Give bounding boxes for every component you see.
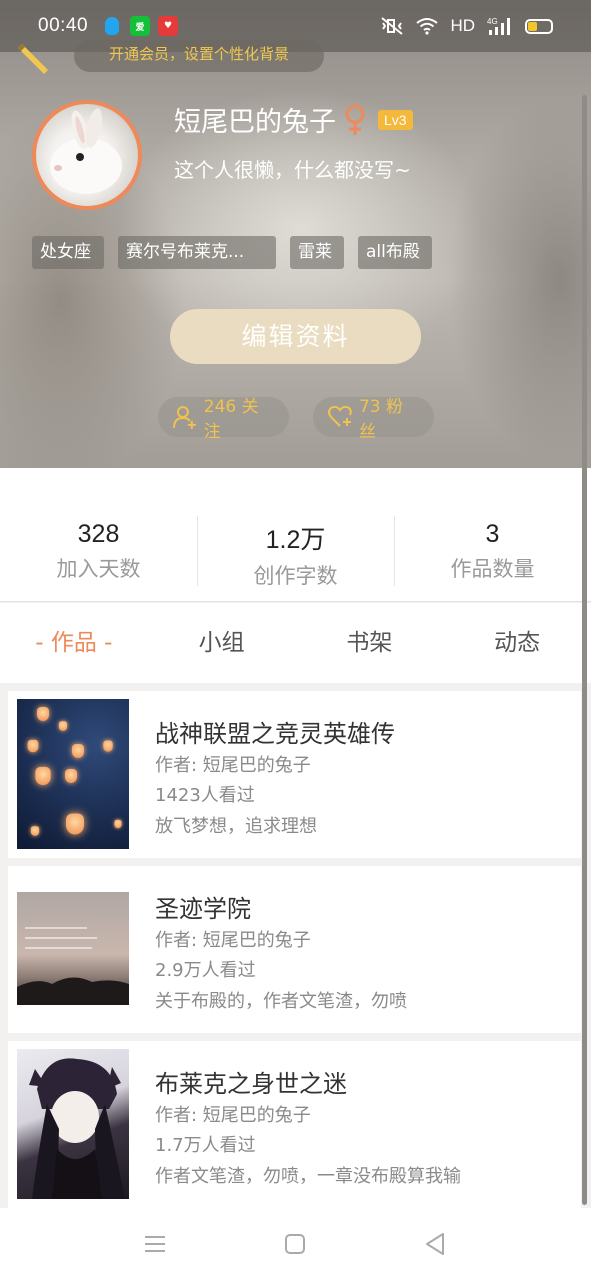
work-title: 圣迹学院 bbox=[155, 895, 251, 923]
work-card[interactable]: 圣迹学院 作者: 短尾巴的兔子 2.9万人看过 关于布殿的，作者文笔渣，勿喷 bbox=[8, 866, 581, 1033]
system-nav-bar bbox=[0, 1208, 591, 1280]
tag[interactable]: 雷莱 bbox=[290, 236, 344, 269]
signature: 这个人很懒，什么都没写~ bbox=[174, 158, 411, 182]
tag-list: 处女座 赛尔号布莱克... 雷莱 all布殿 bbox=[32, 236, 432, 269]
work-title: 战神联盟之竞灵英雄传 bbox=[155, 720, 395, 748]
scrollbar[interactable] bbox=[582, 95, 587, 1205]
nickname-row: 短尾巴的兔子 Lv3 bbox=[174, 100, 413, 139]
heart-app-icon: ♥ bbox=[158, 16, 179, 36]
stats-bar: 328 加入天数 1.2万 创作字数 3 作品数量 bbox=[0, 468, 591, 602]
followers-count: 73 粉丝 bbox=[358, 397, 404, 442]
hd-indicator: HD bbox=[450, 16, 475, 35]
tag[interactable]: all布殿 bbox=[358, 236, 432, 269]
cover-image bbox=[29, 1058, 125, 1199]
work-title: 布莱克之身世之迷 bbox=[155, 1070, 347, 1098]
vip-banner[interactable]: 开通会员，设置个性化背景 bbox=[74, 40, 324, 72]
work-author: 作者: 短尾巴的兔子 bbox=[155, 1105, 311, 1126]
heart-add-icon bbox=[328, 405, 352, 427]
work-card[interactable]: 战神联盟之竞灵英雄传 作者: 短尾巴的兔子 1423人看过 放飞梦想，追求理想 bbox=[8, 691, 581, 858]
stat-value: 328 bbox=[77, 520, 120, 548]
level-badge: Lv3 bbox=[378, 109, 413, 130]
iqiyi-icon: 爱 bbox=[130, 16, 151, 36]
profile-tabs: - 作品 - 小组 书架 动态 bbox=[0, 603, 591, 683]
stat-words: 1.2万 创作字数 bbox=[197, 468, 394, 601]
work-card[interactable]: 布莱克之身世之迷 作者: 短尾巴的兔子 1.7万人看过 作者文笔渣，勿喷，一章没… bbox=[8, 1041, 581, 1216]
work-desc: 放飞梦想，追求理想 bbox=[155, 816, 317, 837]
tag[interactable]: 赛尔号布莱克... bbox=[118, 236, 276, 269]
home-icon[interactable] bbox=[281, 1230, 309, 1258]
profile-header: 00:40 爱 ♥ HD 4G 开通会员，设置个性化背景 短尾巴的兔子 Lv3 bbox=[0, 0, 591, 468]
edit-background-icon[interactable] bbox=[14, 40, 50, 76]
avatar[interactable] bbox=[32, 100, 142, 210]
work-views: 2.9万人看过 bbox=[155, 960, 256, 981]
menu-icon[interactable] bbox=[141, 1230, 169, 1258]
cover-image bbox=[17, 927, 129, 1005]
stat-days: 328 加入天数 bbox=[0, 468, 197, 601]
book-cover bbox=[17, 892, 129, 1005]
tab-groups[interactable]: 小组 bbox=[148, 603, 296, 683]
work-desc: 关于布殿的，作者文笔渣，勿喷 bbox=[155, 991, 407, 1012]
female-icon bbox=[345, 104, 365, 135]
work-desc: 作者文笔渣，勿喷，一章没布殿算我输 bbox=[155, 1166, 461, 1187]
stat-label: 加入天数 bbox=[56, 557, 141, 581]
add-user-icon bbox=[172, 406, 196, 429]
stat-value: 1.2万 bbox=[265, 526, 326, 554]
work-author: 作者: 短尾巴的兔子 bbox=[155, 755, 311, 776]
back-icon[interactable] bbox=[421, 1230, 449, 1258]
nickname: 短尾巴的兔子 bbox=[174, 107, 336, 138]
stat-label: 创作字数 bbox=[253, 564, 338, 588]
notification-icons: 爱 ♥ bbox=[102, 16, 179, 36]
work-views: 1.7万人看过 bbox=[155, 1135, 256, 1156]
status-time: 00:40 bbox=[38, 15, 89, 36]
wifi-icon bbox=[416, 18, 439, 35]
status-right: HD 4G bbox=[380, 16, 553, 36]
work-author: 作者: 短尾巴的兔子 bbox=[155, 930, 311, 951]
book-cover bbox=[17, 699, 129, 849]
tab-activity[interactable]: 动态 bbox=[443, 603, 591, 683]
following-count: 246 关注 bbox=[203, 397, 259, 442]
signal-icon: 4G bbox=[487, 17, 510, 35]
qq-icon bbox=[102, 16, 122, 36]
battery-icon bbox=[525, 18, 553, 34]
mute-vibrate-icon bbox=[381, 17, 404, 35]
stat-value: 3 bbox=[485, 520, 500, 548]
rabbit-image bbox=[50, 108, 122, 194]
following-button[interactable]: 246 关注 bbox=[158, 397, 289, 442]
stat-works: 3 作品数量 bbox=[394, 468, 591, 601]
edit-profile-button[interactable]: 编辑资料 bbox=[170, 309, 421, 364]
book-cover bbox=[17, 1049, 129, 1199]
tab-works[interactable]: - 作品 - bbox=[0, 603, 148, 683]
signal-label: 4G bbox=[487, 17, 498, 26]
tag[interactable]: 处女座 bbox=[32, 236, 104, 269]
works-list: 战神联盟之竞灵英雄传 作者: 短尾巴的兔子 1423人看过 放飞梦想，追求理想 … bbox=[8, 691, 581, 1224]
tab-bookshelf[interactable]: 书架 bbox=[296, 603, 444, 683]
followers-button[interactable]: 73 粉丝 bbox=[313, 397, 434, 442]
work-views: 1423人看过 bbox=[155, 785, 255, 806]
stat-label: 作品数量 bbox=[450, 557, 535, 581]
